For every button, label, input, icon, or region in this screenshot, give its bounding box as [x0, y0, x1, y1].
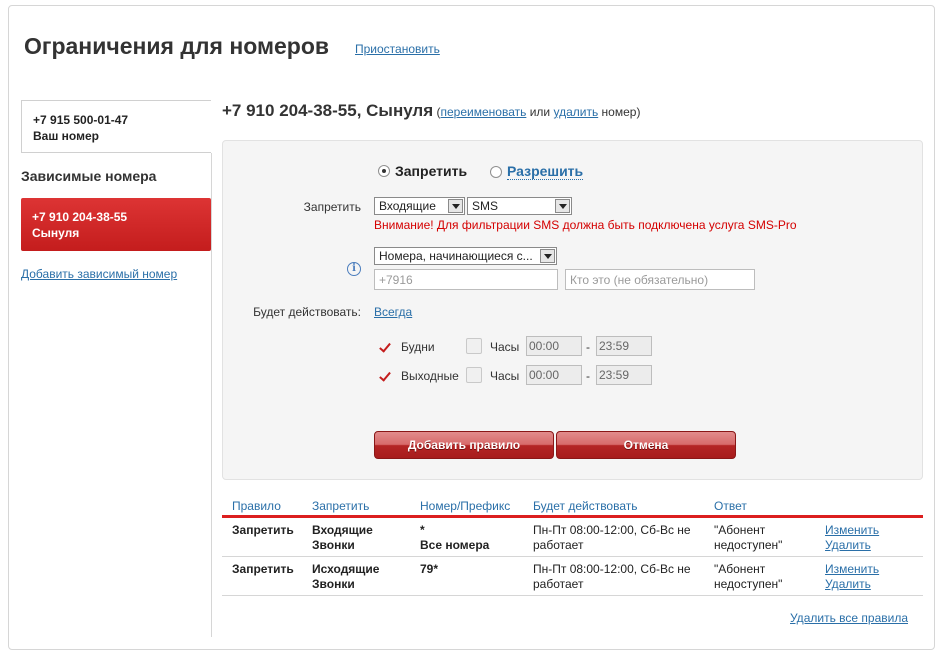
column-header-prefix: Номер/Префикс [420, 499, 511, 513]
weekdays-hours-label: Часы [490, 340, 520, 354]
active-always-link[interactable]: Всегда [374, 305, 412, 319]
row-rule: Запретить [232, 523, 294, 537]
chevron-down-icon [448, 199, 463, 213]
dependent-number-item[interactable]: +7 910 204-38-55 Сынуля [21, 198, 211, 251]
type-select[interactable]: SMS [467, 197, 572, 215]
chevron-down-icon [555, 199, 570, 213]
selected-number-title: +7 910 204-38-55, Сынуля [222, 101, 434, 120]
radio-forbid[interactable]: Запретить [378, 163, 467, 179]
weekend-to-input[interactable]: 23:59 [596, 365, 652, 385]
weekend-checkbox[interactable] [378, 370, 391, 383]
row-schedule-line: работает [533, 577, 584, 591]
active-label: Будет действовать: [253, 305, 361, 319]
edit-rule-link[interactable]: Изменить [825, 562, 879, 576]
row-answer-line: недоступен" [714, 577, 783, 591]
add-dependent-link[interactable]: Добавить зависимый номер [21, 267, 177, 281]
forbid-label: Запретить [303, 200, 361, 214]
weekdays-hours-checkbox[interactable] [466, 338, 482, 354]
number-prefix-input[interactable]: +7916 [374, 269, 558, 290]
row-rule: Запретить [232, 562, 294, 576]
weekdays-from-input[interactable]: 00:00 [526, 336, 582, 356]
row-forbid-line: Звонки [312, 577, 355, 591]
row-forbid: Входящие Звонки [312, 523, 373, 553]
row-prefix: * Все номера [420, 523, 489, 553]
row-forbid-line: Входящие [312, 523, 373, 537]
row-answer: "Абонент недоступен" [714, 523, 782, 553]
table-row: Запретить Исходящие Звонки 79* Пн-Пт 08:… [222, 557, 923, 596]
sms-warning: Внимание! Для фильтрации SMS должна быть… [374, 218, 797, 232]
number-text: номер) [601, 105, 641, 119]
row-schedule-line: работает [533, 538, 584, 552]
radio-forbid-circle[interactable] [378, 165, 390, 177]
cancel-button[interactable]: Отмена [556, 431, 736, 459]
type-select-value: SMS [472, 199, 499, 213]
weekend-hours-checkbox[interactable] [466, 367, 482, 383]
delete-rule-link[interactable]: Удалить [825, 538, 871, 552]
who-is-it-input[interactable]: Кто это (не обязательно) [565, 269, 755, 290]
weekend-from-input[interactable]: 00:00 [526, 365, 582, 385]
radio-allow-label[interactable]: Разрешить [507, 163, 584, 180]
row-forbid-line: Звонки [312, 538, 355, 552]
suspend-link[interactable]: Приостановить [355, 42, 440, 56]
row-prefix: 79* [420, 562, 438, 577]
delete-rule-link[interactable]: Удалить [825, 577, 871, 591]
weekdays-label: Будни [401, 340, 435, 354]
own-number: +7 915 500-01-47 [33, 113, 129, 127]
radio-allow-circle[interactable] [490, 165, 502, 178]
table-row: Запретить Входящие Звонки * Все номера П… [222, 518, 923, 557]
info-icon[interactable]: i [347, 262, 361, 276]
chevron-down-icon [540, 249, 555, 263]
rules-table: Правило Запретить Номер/Префикс Будет де… [222, 496, 923, 596]
row-schedule-line: Пн-Пт 08:00-12:00, Сб-Вс не [533, 523, 691, 537]
rule-form: Запретить Разрешить Запретить Входящие S… [222, 140, 923, 480]
row-schedule: Пн-Пт 08:00-12:00, Сб-Вс не работает [533, 523, 691, 553]
page-title: Ограничения для номеров [24, 33, 330, 59]
row-prefix-line: * [420, 523, 425, 537]
delete-all-rules-link[interactable]: Удалить все правила [790, 611, 908, 625]
or-text: или [529, 105, 551, 119]
own-number-caption: Ваш номер [33, 129, 99, 143]
radio-forbid-label: Запретить [395, 163, 468, 179]
row-prefix-line: Все номера [420, 538, 490, 552]
add-rule-button[interactable]: Добавить правило [374, 431, 554, 459]
own-number-item[interactable]: +7 915 500-01-47 Ваш номер [21, 100, 211, 153]
sidebar-divider [211, 153, 212, 637]
weekend-label: Выходные [401, 369, 459, 383]
row-answer-line: недоступен" [714, 538, 783, 552]
row-prefix-line: 79* [420, 562, 439, 576]
direction-select[interactable]: Входящие [374, 197, 465, 215]
row-answer: "Абонент недоступен" [714, 562, 782, 592]
row-forbid: Исходящие Звонки [312, 562, 379, 592]
row-schedule-line: Пн-Пт 08:00-12:00, Сб-Вс не [533, 562, 691, 576]
column-header-schedule: Будет действовать [533, 499, 638, 513]
weekdays-to-input[interactable]: 23:59 [596, 336, 652, 356]
row-actions: Изменить Удалить [825, 523, 879, 553]
weekend-hours-label: Часы [490, 369, 520, 383]
table-header: Правило Запретить Номер/Префикс Будет де… [222, 496, 923, 518]
number-filter-select[interactable]: Номера, начинающиеся с... [374, 247, 557, 265]
direction-select-value: Входящие [379, 199, 436, 213]
dependent-number: +7 910 204-38-55 [32, 210, 128, 224]
selected-number-header: +7 910 204-38-55, Сынуля (переименовать … [222, 101, 640, 121]
weekend-dash: - [586, 369, 590, 383]
column-header-rule: Правило [232, 499, 281, 513]
row-forbid-line: Исходящие [312, 562, 380, 576]
row-schedule: Пн-Пт 08:00-12:00, Сб-Вс не работает [533, 562, 691, 592]
delete-number-link[interactable]: удалить [553, 105, 598, 119]
weekdays-checkbox[interactable] [378, 341, 391, 354]
dependents-heading: Зависимые номера [21, 168, 157, 184]
column-header-forbid: Запретить [312, 499, 370, 513]
row-answer-line: "Абонент [714, 523, 766, 537]
weekdays-dash: - [586, 340, 590, 354]
row-answer-line: "Абонент [714, 562, 766, 576]
dependent-name: Сынуля [32, 226, 80, 240]
number-filter-value: Номера, начинающиеся с... [379, 249, 533, 263]
radio-allow[interactable]: Разрешить [490, 163, 584, 180]
rename-link[interactable]: переименовать [441, 105, 527, 119]
row-actions: Изменить Удалить [825, 562, 879, 592]
edit-rule-link[interactable]: Изменить [825, 523, 879, 537]
column-header-answer: Ответ [714, 499, 747, 513]
